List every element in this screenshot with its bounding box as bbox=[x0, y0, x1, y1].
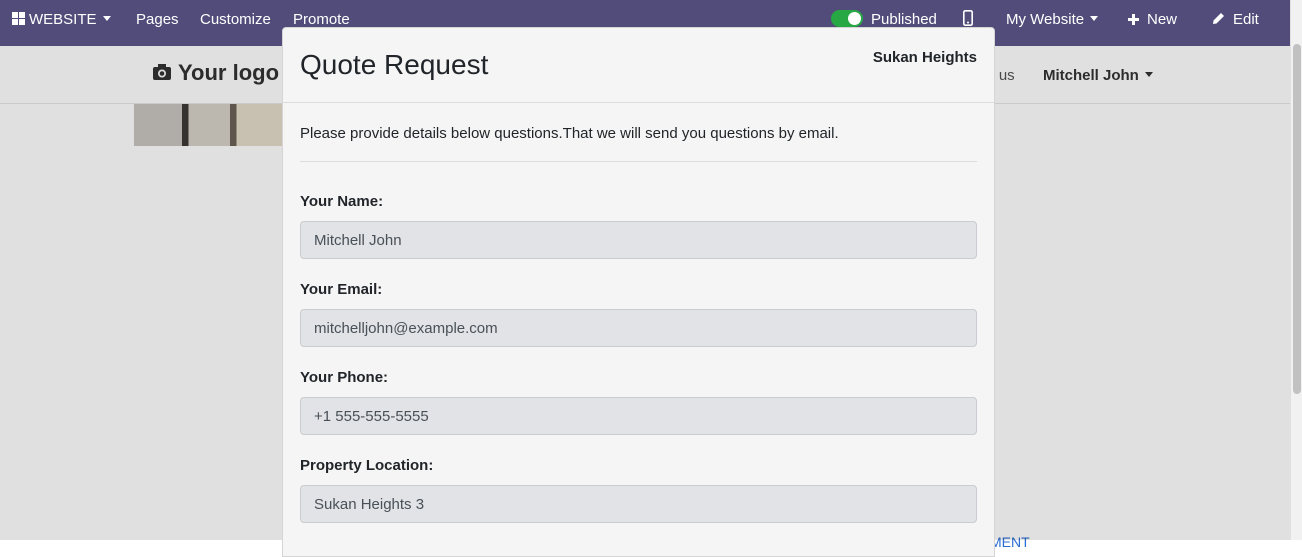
chevron-down-icon bbox=[102, 16, 111, 21]
name-field[interactable] bbox=[300, 221, 977, 259]
new-label: New bbox=[1147, 11, 1178, 28]
phone-field[interactable] bbox=[300, 397, 977, 435]
apps-label: WEBSITE bbox=[29, 11, 97, 28]
intro-text: Please provide details below questions.T… bbox=[300, 125, 839, 142]
customize-menu[interactable]: Customize bbox=[200, 0, 271, 40]
name-label: Your Name: bbox=[300, 193, 384, 210]
edit-button[interactable]: Edit bbox=[1212, 0, 1259, 40]
website-selector[interactable]: My Website bbox=[1006, 0, 1099, 40]
chevron-down-icon bbox=[1090, 16, 1099, 21]
page-scrollbar[interactable] bbox=[1290, 0, 1302, 540]
published-label: Published bbox=[871, 11, 937, 28]
modal-title: Quote Request bbox=[300, 49, 489, 80]
mobile-icon bbox=[963, 10, 973, 26]
location-field[interactable] bbox=[300, 485, 977, 523]
toggle-switch[interactable] bbox=[831, 10, 863, 27]
pages-menu[interactable]: Pages bbox=[136, 0, 179, 40]
pencil-icon bbox=[1213, 13, 1224, 24]
divider bbox=[300, 161, 977, 162]
modal-header: Quote Request Sukan Heights bbox=[283, 28, 994, 103]
new-button[interactable]: New bbox=[1128, 0, 1177, 40]
plus-icon bbox=[1128, 14, 1139, 25]
email-field[interactable] bbox=[300, 309, 977, 347]
location-label: Property Location: bbox=[300, 457, 434, 474]
email-label: Your Email: bbox=[300, 281, 383, 298]
website-selector-label: My Website bbox=[1006, 11, 1085, 28]
scrollbar-thumb[interactable] bbox=[1293, 44, 1301, 394]
edit-label: Edit bbox=[1233, 11, 1259, 28]
apps-menu-button[interactable]: WEBSITE bbox=[12, 0, 111, 40]
apps-grid-icon bbox=[12, 12, 25, 25]
quote-request-modal: Quote Request Sukan Heights Please provi… bbox=[282, 27, 995, 557]
phone-label: Your Phone: bbox=[300, 369, 389, 386]
property-name: Sukan Heights bbox=[872, 49, 977, 66]
